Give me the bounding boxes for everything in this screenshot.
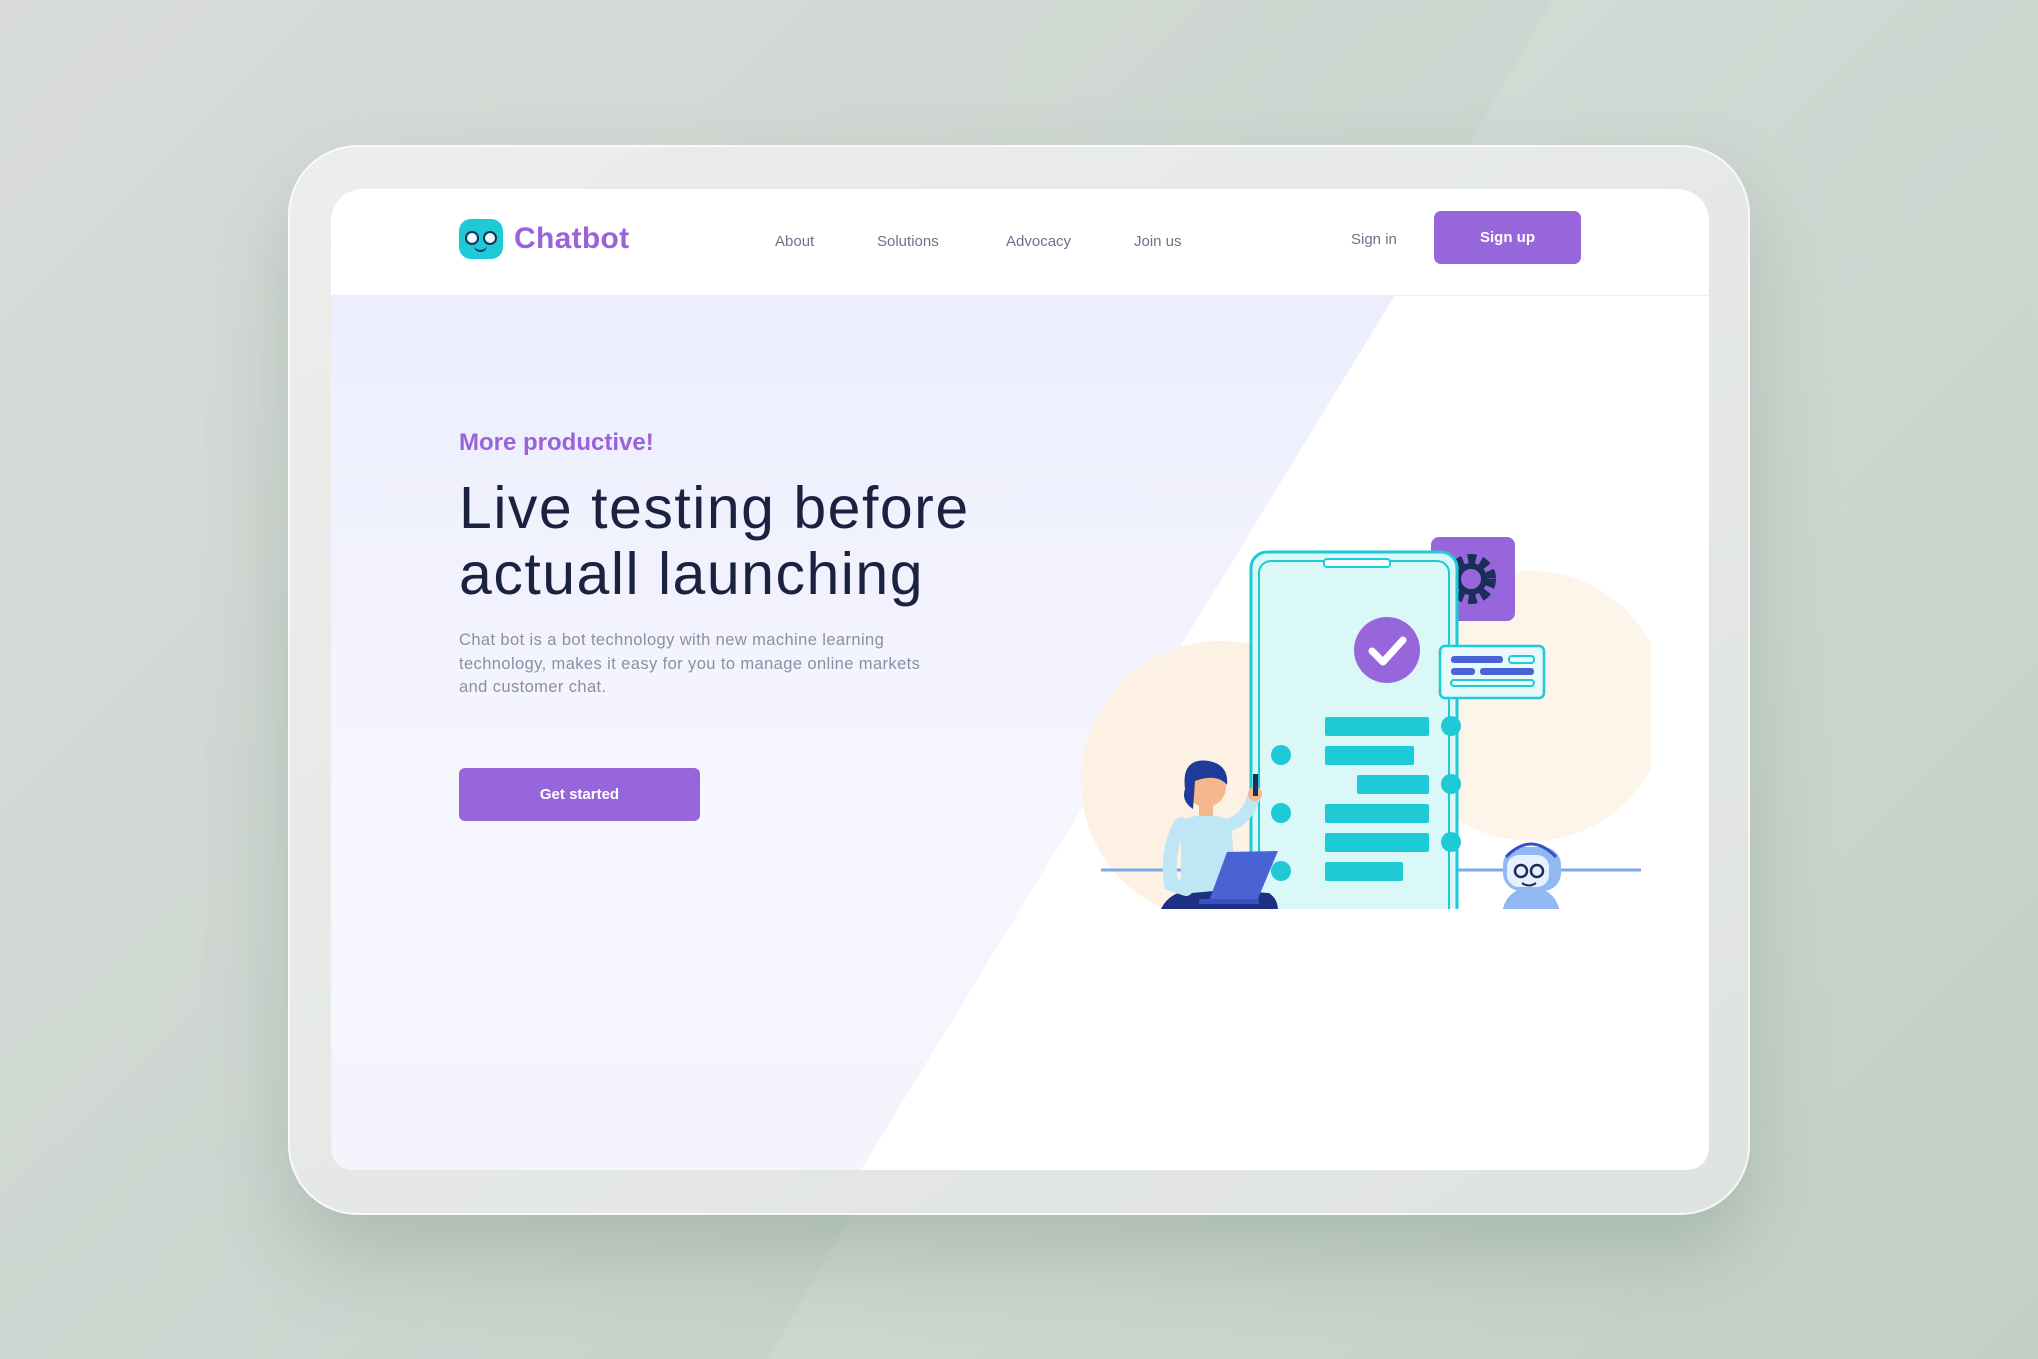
nav-link-solutions[interactable]: Solutions [877,233,939,250]
message-card-icon [1438,644,1546,700]
sign-up-button[interactable]: Sign up [1434,211,1581,264]
brand-name: Chatbot [514,222,630,255]
nav-link-about[interactable]: About [775,233,814,250]
get-started-button[interactable]: Get started [459,768,700,821]
hero-tagline: More productive! [459,429,654,456]
check-circle-icon [1354,617,1420,683]
landing-page-screen: Chatbot About Solutions Advocacy Join us… [331,189,1709,1170]
hero-headline: Live testing before actuall launching [459,475,1079,607]
robot-face-icon [459,219,503,259]
robot-figure-icon [1502,842,1561,909]
sign-in-link[interactable]: Sign in [1351,231,1397,248]
nav-link-join-us[interactable]: Join us [1134,233,1182,250]
headline-line-2: actuall launching [459,541,925,607]
top-navbar: Chatbot About Solutions Advocacy Join us… [331,189,1709,296]
hero-description: Chat bot is a bot technology with new ma… [459,631,921,696]
brand-logo[interactable]: Chatbot [459,219,629,259]
nav-link-advocacy[interactable]: Advocacy [1006,233,1071,250]
chatbot-illustration [1081,537,1651,909]
headline-line-1: Live testing before [459,475,970,541]
